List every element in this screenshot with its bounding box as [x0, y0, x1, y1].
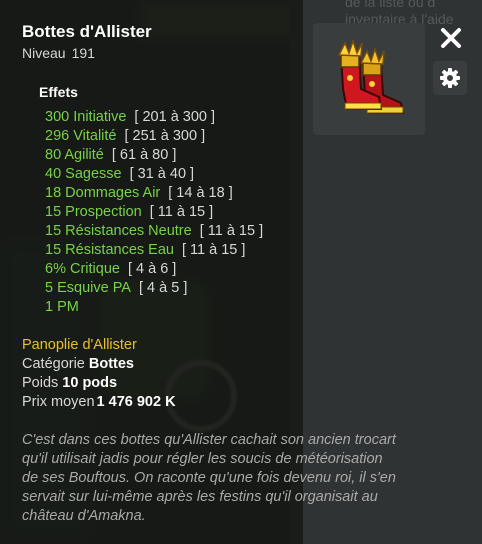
effect-line: 300 Initiative[ 201 à 300 ]	[45, 109, 216, 125]
category-value: Bottes	[88, 356, 134, 372]
effect-line: 296 Vitalité[ 251 à 300 ]	[45, 128, 206, 144]
weight-label: Poids	[22, 375, 59, 391]
gear-icon	[440, 68, 460, 88]
settings-button[interactable]	[433, 61, 467, 95]
price-value: 1 476 902 K	[96, 394, 176, 410]
price-row: Prix moyen 1 476 902 K	[22, 394, 176, 410]
effects-title: Effets	[39, 84, 78, 100]
item-name: Bottes d'Allister	[22, 22, 152, 41]
item-description: C'est dans ces bottes qu'Allister cachai…	[22, 432, 396, 524]
item-level-value: 191	[71, 45, 95, 61]
item-tooltip-panel: Bottes d'Allister Niveau 191 Effets 300 I…	[0, 0, 396, 544]
effect-line: 6% Critique[ 4 à 6 ]	[45, 261, 177, 277]
close-icon	[441, 28, 461, 48]
item-level-label: Niveau	[22, 45, 66, 61]
price-label: Prix moyen	[22, 394, 95, 410]
item-level: Niveau 191	[22, 45, 95, 61]
category-row: Catégorie Bottes	[22, 356, 134, 372]
weight-row: Poids 10 pods	[22, 375, 117, 391]
effect-line: 80 Agilité[ 61 à 80 ]	[45, 147, 177, 163]
weight-value: 10 pods	[62, 375, 118, 391]
set-link[interactable]: Panoplie d'Allister	[22, 337, 137, 353]
effect-line: 15 Prospection[ 11 à 15 ]	[45, 204, 214, 220]
item-image	[313, 23, 425, 135]
effect-line: 15 Résistances Neutre[ 11 à 15 ]	[45, 223, 264, 239]
close-button[interactable]	[436, 23, 466, 53]
category-label: Catégorie	[22, 356, 85, 372]
effect-line: 5 Esquive PA[ 4 à 5 ]	[45, 280, 188, 296]
effect-line: 40 Sagesse[ 31 à 40 ]	[45, 166, 195, 182]
effects-list: 300 Initiative[ 201 à 300 ] 296 Vitalité…	[45, 108, 263, 317]
effect-line: 18 Dommages Air[ 14 à 18 ]	[45, 185, 233, 201]
effect-line: 1 PM	[45, 299, 79, 315]
boots-item-icon	[337, 38, 405, 114]
effect-line: 15 Résistances Eau[ 11 à 15 ]	[45, 242, 246, 258]
